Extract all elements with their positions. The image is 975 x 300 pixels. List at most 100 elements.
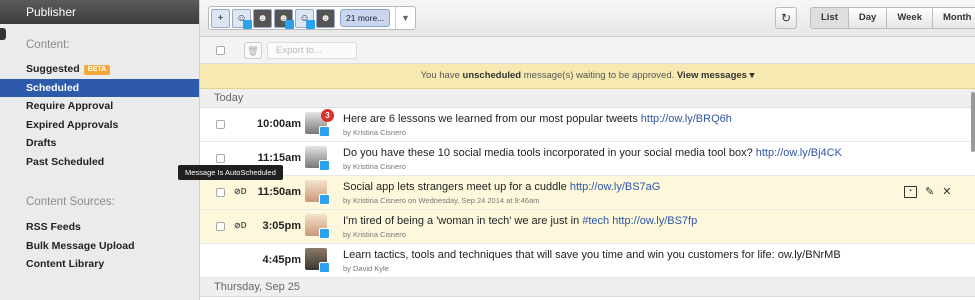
approval-banner: You have unscheduled message(s) waiting … — [200, 64, 975, 89]
sidebar-item-label: Suggested — [26, 63, 80, 75]
profile-avatar[interactable]: ☻ — [316, 8, 335, 28]
message-body: Here are 6 lessons we learned from our m… — [343, 113, 641, 125]
day-header-today: Today — [200, 89, 975, 108]
twitter-icon — [319, 262, 330, 273]
sidebar-item-drafts[interactable]: Drafts — [0, 134, 199, 153]
view-messages-label: View messages — [676, 70, 747, 81]
row-checkbox[interactable] — [216, 188, 225, 197]
sidebar-item-scheduled[interactable]: Scheduled — [0, 78, 199, 97]
chevron-down-icon[interactable]: ▼ — [395, 7, 415, 29]
autoschedule-icon: ⊘D — [234, 187, 247, 196]
message-text: I'm tired of being a 'woman in tech' we … — [343, 215, 903, 227]
message-body: I'm tired of being a 'woman in tech' we … — [343, 215, 583, 227]
message-text: Social app lets strangers meet up for a … — [343, 181, 903, 193]
scheduled-time: 11:15am — [257, 152, 301, 164]
close-icon[interactable]: ✕ — [942, 185, 951, 198]
message-link[interactable]: http://ow.ly/BRQ6h — [641, 113, 732, 125]
message-link[interactable]: http://ow.ly/BS7aG — [570, 181, 661, 193]
message-author: by David Kyle — [343, 264, 389, 273]
twitter-icon — [319, 194, 330, 205]
message-author: by Kristina Cisnero — [343, 230, 406, 239]
avatar — [305, 248, 330, 273]
message-text: Do you have these 10 social media tools … — [343, 147, 903, 159]
table-row[interactable]: 10:00am 3 Here are 6 lessons we learned … — [200, 108, 975, 142]
avatar — [305, 214, 330, 239]
twitter-icon — [319, 228, 330, 239]
avatar — [305, 180, 330, 205]
table-row[interactable]: 11:15am Do you have these 10 social medi… — [200, 142, 975, 176]
sidebar-item-rss-feeds[interactable]: RSS Feeds — [0, 218, 199, 237]
select-all-checkbox[interactable] — [216, 46, 225, 55]
sidebar-item-require-approval[interactable]: Require Approval — [0, 97, 199, 116]
sidebar-item-label: Require Approval — [26, 100, 114, 112]
sidebar-item-label: Drafts — [26, 137, 57, 149]
sidebar-item-expired-approvals[interactable]: Expired Approvals — [0, 116, 199, 135]
more-profiles-button[interactable]: 21 more... — [340, 9, 391, 27]
row-checkbox[interactable] — [216, 154, 225, 163]
sidebar-title: Publisher — [0, 0, 199, 24]
row-actions: ▪ ✎ ✕ — [904, 185, 951, 198]
scheduled-time: 11:50am — [257, 186, 301, 198]
sidebar: Publisher Content: Suggested BETA Schedul… — [0, 0, 200, 300]
tab-month[interactable]: Month — [931, 8, 975, 28]
sidebar-item-label: Scheduled — [26, 81, 80, 94]
row-checkbox[interactable] — [216, 120, 225, 129]
calendar-icon[interactable]: ▪ — [904, 185, 917, 198]
avatar — [305, 146, 330, 171]
table-row[interactable]: 4:45pm Learn tactics, tools and techniqu… — [200, 244, 975, 278]
banner-emphasis: unscheduled — [462, 70, 522, 81]
autoschedule-icon: ⊘D — [234, 221, 247, 230]
view-switcher: List Day Week Month — [810, 7, 975, 29]
sidebar-item-suggested[interactable]: Suggested BETA — [0, 60, 199, 79]
add-profile-icon[interactable]: + — [211, 8, 230, 28]
sidebar-item-content-library[interactable]: Content Library — [0, 255, 199, 274]
banner-prefix: You have — [420, 70, 460, 81]
twitter-icon — [319, 126, 330, 137]
table-row[interactable]: ⊘D 3:05pm I'm tired of being a 'woman in… — [200, 210, 975, 244]
tab-day[interactable]: Day — [847, 8, 887, 28]
sidebar-item-label: Bulk Message Upload — [26, 239, 135, 252]
refresh-icon[interactable]: ↻ — [775, 7, 797, 29]
day-header-thursday: Thursday, Sep 25 — [200, 278, 975, 297]
trash-icon[interactable]: 🗑 — [244, 42, 262, 59]
message-link[interactable]: http://ow.ly/Bj4CK — [756, 147, 842, 159]
twitter-icon — [319, 160, 330, 171]
row-checkbox[interactable] — [216, 222, 225, 231]
message-body: Do you have these 10 social media tools … — [343, 147, 756, 159]
top-toolbar: + ☺ ☻ ☻ ☺ ☻ 21 more... ▼ ↻ List Day Week… — [200, 0, 975, 37]
hashtag-link[interactable]: #tech — [582, 215, 609, 227]
sidebar-item-label: Past Scheduled — [26, 155, 105, 168]
profile-selector[interactable]: + ☺ ☻ ☻ ☺ ☻ 21 more... ▼ — [208, 6, 416, 30]
view-messages-link[interactable]: View messages ▾ — [677, 70, 755, 81]
sidebar-item-label: Expired Approvals — [26, 118, 119, 131]
export-select[interactable]: Export to... — [267, 42, 357, 59]
message-author: by Kristina Cisnero — [343, 128, 406, 137]
tab-week[interactable]: Week — [886, 8, 932, 28]
sidebar-item-bulk-message-upload[interactable]: Bulk Message Upload — [0, 237, 199, 256]
sidebar-collapse-handle[interactable] — [0, 28, 6, 40]
scheduled-time: 10:00am — [256, 118, 301, 130]
profile-avatar[interactable]: ☻ — [274, 8, 294, 29]
profile-avatar[interactable]: ☻ — [253, 8, 272, 28]
edit-icon[interactable]: ✎ — [925, 185, 934, 198]
twitter-icon — [306, 19, 315, 29]
content-heading: Content: — [26, 39, 70, 51]
content-sources-heading: Content Sources: — [26, 196, 115, 208]
sidebar-item-past-scheduled[interactable]: Past Scheduled — [0, 153, 199, 172]
tab-list[interactable]: List — [811, 8, 848, 28]
scheduled-time: 4:45pm — [262, 254, 301, 266]
main-panel: + ☺ ☻ ☻ ☺ ☻ 21 more... ▼ ↻ List Day Week… — [178, 0, 975, 300]
message-text: Learn tactics, tools and techniques that… — [343, 249, 903, 261]
message-text: Here are 6 lessons we learned from our m… — [343, 113, 903, 125]
scheduled-time: 3:05pm — [262, 220, 301, 232]
scrollbar[interactable] — [971, 92, 975, 152]
beta-badge: BETA — [83, 65, 111, 75]
profile-avatar[interactable]: ☺ — [295, 8, 315, 29]
message-author: by Kristina Cisnero — [343, 162, 406, 171]
table-row[interactable]: Message Is AutoScheduled ⊘D 11:50am Soci… — [178, 165, 975, 210]
twitter-icon — [243, 19, 252, 29]
count-badge: 3 — [321, 109, 334, 122]
profile-avatar[interactable]: ☺ — [232, 8, 252, 29]
sidebar-item-label: RSS Feeds — [26, 221, 81, 233]
message-link[interactable]: http://ow.ly/BS7fp — [612, 215, 697, 227]
